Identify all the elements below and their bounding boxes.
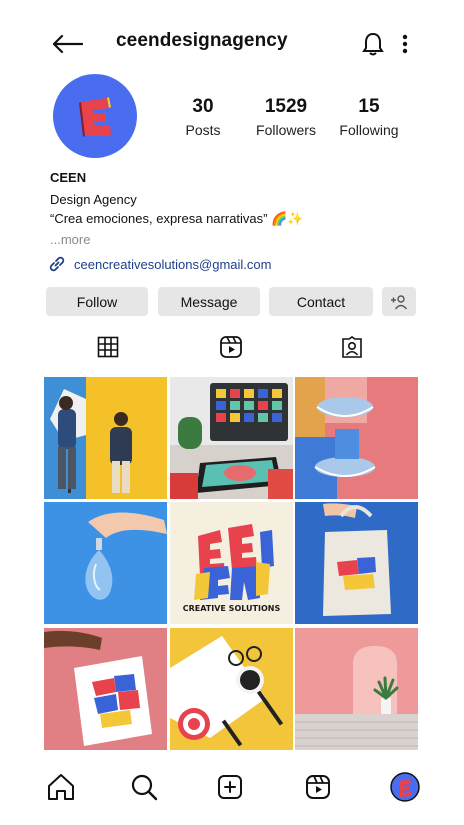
back-button[interactable] (50, 30, 84, 58)
followers-count: 1529 (264, 96, 308, 117)
tab-tagged[interactable] (339, 334, 365, 360)
following-count: 15 (358, 96, 380, 117)
profile-link-text: ceencreativesolutions@gmail.com (74, 256, 272, 272)
link-icon (49, 256, 65, 272)
arch-room-image (295, 628, 418, 750)
lightbulb-image (44, 502, 167, 624)
notifications-button[interactable] (360, 30, 386, 58)
balconies-image (295, 377, 418, 499)
posts-count: 30 (192, 96, 214, 117)
nav-reels[interactable] (301, 770, 335, 804)
profile-avatar (390, 772, 420, 802)
post-thumbnail-desk[interactable] (170, 628, 293, 750)
add-person-icon (391, 294, 408, 309)
create-icon (218, 775, 242, 799)
post-thumbnail-poster[interactable] (44, 628, 167, 750)
post-thumbnail-arch-room[interactable] (295, 628, 418, 750)
post-thumbnail-balconies[interactable] (295, 377, 418, 499)
following-label: Following (339, 122, 399, 138)
profile-avatar[interactable] (53, 74, 137, 158)
profile-category: Design Agency (50, 192, 137, 207)
nav-create[interactable] (213, 770, 247, 804)
reels-icon (220, 336, 242, 358)
post-thumbnail-photoshoot[interactable] (44, 377, 167, 499)
profile-username: ceendesignagency (116, 30, 288, 51)
message-button[interactable]: Message (158, 287, 260, 316)
following-stat[interactable]: 15 Following (324, 96, 414, 140)
nav-home[interactable] (44, 770, 78, 804)
followers-label: Followers (256, 122, 316, 138)
more-options-button[interactable] (398, 30, 412, 58)
posts-stat[interactable]: 30 Posts (158, 96, 248, 140)
nav-profile[interactable] (388, 770, 422, 804)
reels-icon (306, 775, 330, 799)
followers-stat[interactable]: 1529 Followers (241, 96, 331, 140)
post-thumbnail-tote-bag[interactable] (295, 502, 418, 624)
arrow-left-icon (52, 34, 83, 54)
tablet-drawing-image (170, 377, 293, 499)
tab-posts-grid[interactable] (95, 334, 121, 360)
home-icon (48, 774, 74, 800)
bell-icon (362, 32, 384, 56)
post-thumbnail-lightbulb[interactable] (44, 502, 167, 624)
post-thumbnail-tablet[interactable] (170, 377, 293, 499)
nav-search[interactable] (127, 770, 161, 804)
ceen-logo-icon (79, 97, 111, 137)
profile-bio: “Crea emociones, expresa narrativas” 🌈✨ (50, 211, 304, 226)
more-vertical-icon (402, 34, 408, 54)
ceen-logo-image: CREATIVE SOLUTIONS (170, 502, 293, 624)
contact-button[interactable]: Contact (269, 287, 373, 316)
logo-caption: CREATIVE SOLUTIONS (183, 604, 281, 613)
photoshoot-image (44, 377, 167, 499)
post-thumbnail-logo[interactable]: CREATIVE SOLUTIONS (170, 502, 293, 624)
tab-reels[interactable] (218, 334, 244, 360)
grid-icon (97, 336, 119, 358)
posts-label: Posts (185, 122, 221, 138)
suggested-users-button[interactable] (382, 287, 416, 316)
search-icon (131, 774, 158, 801)
bio-more-link[interactable]: ...more (50, 232, 90, 247)
profile-name: CEEN (50, 170, 87, 185)
profile-link[interactable]: ceencreativesolutions@gmail.com (48, 255, 271, 273)
desk-flatlay-image (170, 628, 293, 750)
tote-bag-image (295, 502, 418, 624)
tagged-icon (342, 336, 362, 358)
follow-button[interactable]: Follow (46, 287, 148, 316)
poster-image (44, 628, 167, 750)
